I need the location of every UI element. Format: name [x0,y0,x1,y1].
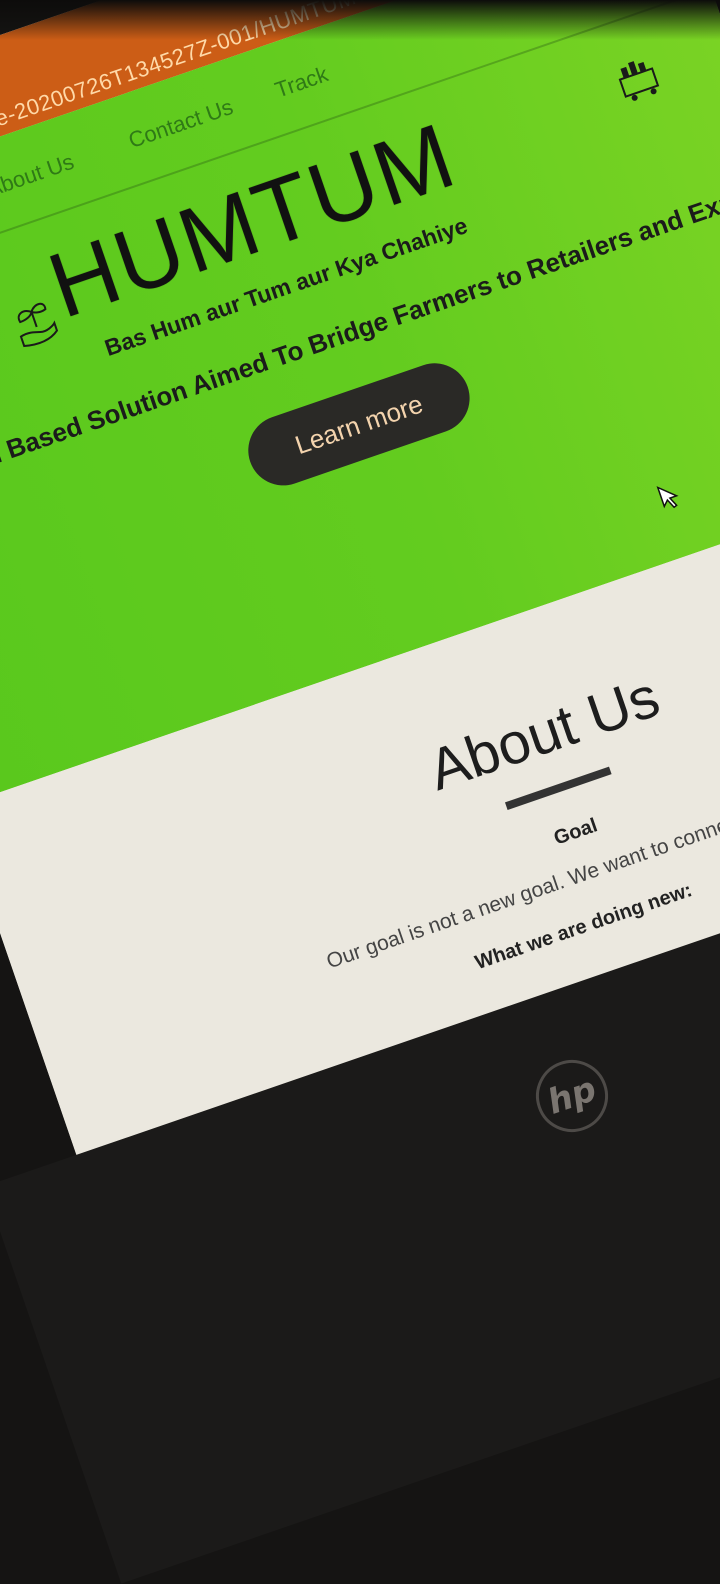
nav-item-about-us[interactable]: About Us [0,149,77,203]
nav-item-contact-us[interactable]: Contact Us [125,94,236,154]
top-shadow [0,0,720,40]
nav-item-track[interactable]: Track [272,61,332,103]
